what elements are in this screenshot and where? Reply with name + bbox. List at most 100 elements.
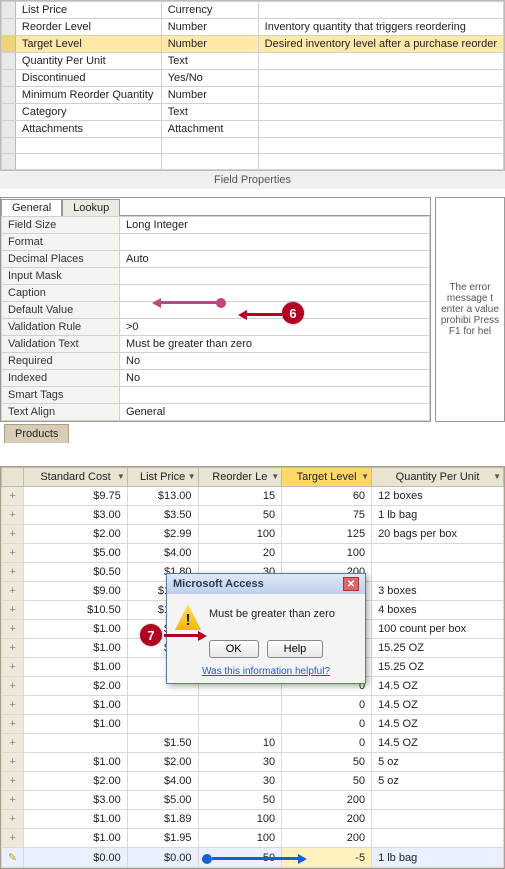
- data-type-cell[interactable]: Text: [161, 104, 258, 121]
- cell-qpu[interactable]: 12 boxes: [372, 487, 504, 506]
- cell-standard-cost[interactable]: $9.00: [24, 582, 128, 601]
- property-value[interactable]: Must be greater than zero: [120, 336, 430, 353]
- cell-list-price[interactable]: $5.00: [127, 791, 198, 810]
- cell-list-price[interactable]: $4.00: [127, 772, 198, 791]
- row-header[interactable]: +: [2, 525, 24, 544]
- table-row[interactable]: +$1.00014.5 OZ: [2, 696, 504, 715]
- cell-list-price[interactable]: $0.00: [127, 848, 198, 868]
- cell-standard-cost[interactable]: $3.00: [24, 791, 128, 810]
- row-selector[interactable]: [2, 70, 16, 87]
- cell-qpu[interactable]: 20 bags per box: [372, 525, 504, 544]
- cell-standard-cost[interactable]: $2.00: [24, 772, 128, 791]
- cell-reorder[interactable]: 30: [198, 772, 282, 791]
- row-header[interactable]: +: [2, 658, 24, 677]
- row-header[interactable]: +: [2, 563, 24, 582]
- cell-standard-cost[interactable]: $3.00: [24, 506, 128, 525]
- cell-reorder[interactable]: [198, 715, 282, 734]
- row-header[interactable]: +: [2, 810, 24, 829]
- info-helpful-link[interactable]: Was this information helpful?: [202, 666, 330, 677]
- ok-button[interactable]: OK: [209, 640, 259, 658]
- row-selector[interactable]: [2, 87, 16, 104]
- cell-reorder[interactable]: 30: [198, 753, 282, 772]
- data-type-cell[interactable]: Attachment: [161, 121, 258, 138]
- design-row[interactable]: Quantity Per UnitText: [2, 53, 504, 70]
- cell-standard-cost[interactable]: $1.00: [24, 658, 128, 677]
- field-name-cell[interactable]: Attachments: [15, 121, 161, 138]
- cell-target[interactable]: 75: [282, 506, 372, 525]
- cell-qpu[interactable]: 4 boxes: [372, 601, 504, 620]
- column-header[interactable]: List Price▼: [127, 468, 198, 487]
- property-value[interactable]: >0: [120, 319, 430, 336]
- field-name-cell[interactable]: Reorder Level: [15, 19, 161, 36]
- row-header[interactable]: +: [2, 696, 24, 715]
- chevron-down-icon[interactable]: ▼: [117, 472, 125, 481]
- property-value[interactable]: [120, 285, 430, 302]
- cell-reorder[interactable]: 15: [198, 487, 282, 506]
- cell-qpu[interactable]: 1 lb bag: [372, 506, 504, 525]
- cell-target[interactable]: 125: [282, 525, 372, 544]
- design-row[interactable]: Reorder LevelNumberInventory quantity th…: [2, 19, 504, 36]
- row-header[interactable]: +: [2, 544, 24, 563]
- cell-list-price[interactable]: [127, 696, 198, 715]
- cell-target[interactable]: 100: [282, 544, 372, 563]
- property-value[interactable]: No: [120, 370, 430, 387]
- description-cell[interactable]: Inventory quantity that triggers reorder…: [258, 19, 503, 36]
- help-button[interactable]: Help: [267, 640, 324, 658]
- cell-standard-cost[interactable]: $1.00: [24, 639, 128, 658]
- column-header[interactable]: Target Level▼: [282, 468, 372, 487]
- row-header[interactable]: +: [2, 772, 24, 791]
- tab-lookup[interactable]: Lookup: [62, 199, 120, 216]
- cell-standard-cost[interactable]: $1.00: [24, 753, 128, 772]
- row-header[interactable]: +: [2, 677, 24, 696]
- cell-list-price[interactable]: $4.00: [127, 544, 198, 563]
- cell-standard-cost[interactable]: $0.50: [24, 563, 128, 582]
- row-header[interactable]: +: [2, 639, 24, 658]
- tab-general[interactable]: General: [1, 199, 62, 216]
- row-header[interactable]: +: [2, 601, 24, 620]
- description-cell[interactable]: [258, 87, 503, 104]
- design-row[interactable]: CategoryText: [2, 104, 504, 121]
- cell-qpu[interactable]: 100 count per box: [372, 620, 504, 639]
- row-header[interactable]: +: [2, 582, 24, 601]
- design-row[interactable]: Target LevelNumberDesired inventory leve…: [2, 36, 504, 53]
- field-name-cell[interactable]: Discontinued: [15, 70, 161, 87]
- cell-qpu[interactable]: 3 boxes: [372, 582, 504, 601]
- cell-list-price[interactable]: $13.00: [127, 487, 198, 506]
- data-type-cell[interactable]: Currency: [161, 2, 258, 19]
- chevron-down-icon[interactable]: ▼: [271, 472, 279, 481]
- cell-list-price[interactable]: $2.99: [127, 525, 198, 544]
- field-name-cell[interactable]: List Price: [15, 2, 161, 19]
- description-cell[interactable]: [258, 2, 503, 19]
- cell-list-price[interactable]: [127, 715, 198, 734]
- row-header[interactable]: +: [2, 753, 24, 772]
- cell-list-price[interactable]: $1.50: [127, 734, 198, 753]
- property-value[interactable]: Long Integer: [120, 217, 430, 234]
- cell-list-price[interactable]: $1.89: [127, 810, 198, 829]
- row-selector[interactable]: [2, 104, 16, 121]
- column-header[interactable]: Quantity Per Unit▼: [372, 468, 504, 487]
- field-name-cell[interactable]: Category: [15, 104, 161, 121]
- row-selector[interactable]: [2, 2, 16, 19]
- field-name-cell[interactable]: Target Level: [15, 36, 161, 53]
- cell-standard-cost[interactable]: $1.00: [24, 620, 128, 639]
- chevron-down-icon[interactable]: ▼: [361, 472, 369, 481]
- cell-list-price[interactable]: $1.95: [127, 829, 198, 848]
- cell-reorder[interactable]: 10: [198, 734, 282, 753]
- description-cell[interactable]: [258, 53, 503, 70]
- cell-reorder[interactable]: 50: [198, 791, 282, 810]
- design-row[interactable]: List PriceCurrency: [2, 2, 504, 19]
- cell-qpu[interactable]: [372, 544, 504, 563]
- cell-standard-cost[interactable]: $10.50: [24, 601, 128, 620]
- table-row[interactable]: +$9.75$13.00156012 boxes: [2, 487, 504, 506]
- cell-qpu[interactable]: [372, 829, 504, 848]
- data-type-cell[interactable]: Number: [161, 19, 258, 36]
- property-value[interactable]: [120, 234, 430, 251]
- property-value[interactable]: [120, 268, 430, 285]
- row-header[interactable]: +: [2, 506, 24, 525]
- column-header[interactable]: Reorder Le▼: [198, 468, 282, 487]
- property-value[interactable]: No: [120, 353, 430, 370]
- description-cell[interactable]: Desired inventory level after a purchase…: [258, 36, 503, 53]
- cell-target[interactable]: 60: [282, 487, 372, 506]
- cell-target[interactable]: 0: [282, 734, 372, 753]
- cell-standard-cost[interactable]: [24, 734, 128, 753]
